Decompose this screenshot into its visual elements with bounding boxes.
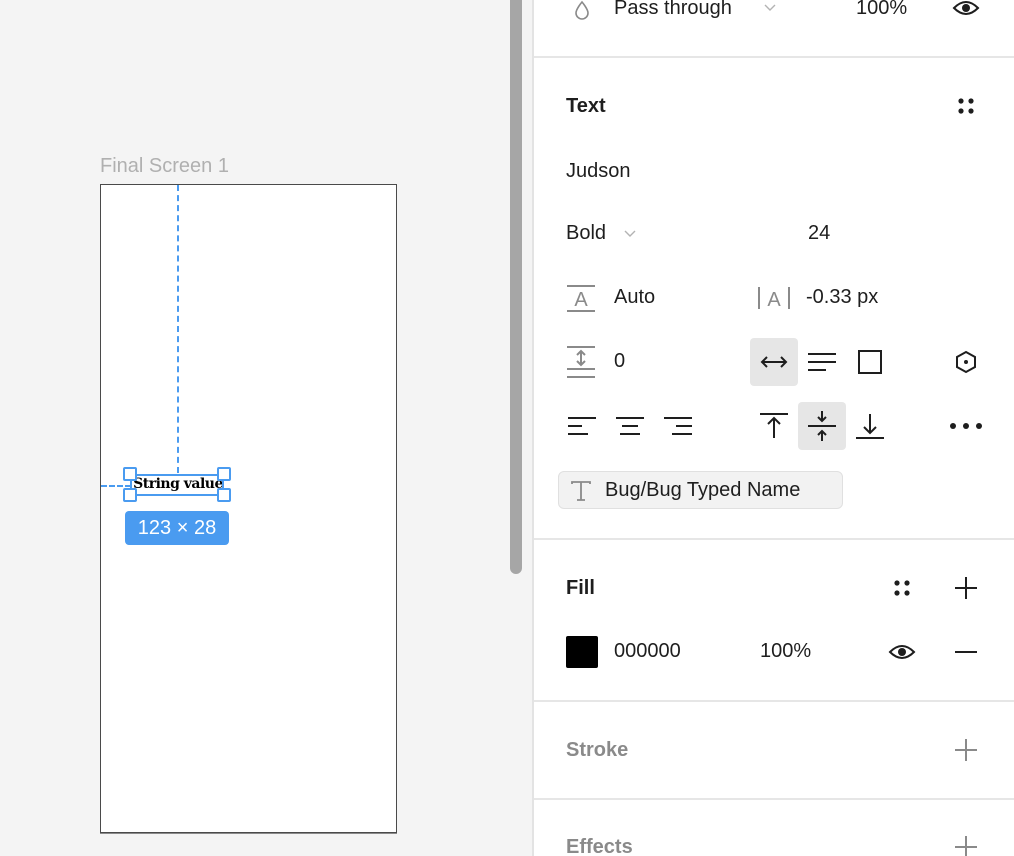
font-family-select[interactable]: Judson: [566, 160, 631, 183]
frame-final-screen-1[interactable]: [100, 184, 397, 833]
blend-drop-icon: [570, 0, 594, 22]
align-right-button[interactable]: [660, 410, 694, 442]
letter-spacing-input[interactable]: -0.33 px: [806, 286, 878, 309]
section-divider: [534, 56, 1014, 58]
chevron-down-icon[interactable]: [620, 224, 640, 244]
align-bottom-button[interactable]: [846, 402, 894, 450]
text-settings-hexagon-icon[interactable]: [950, 346, 982, 378]
add-fill-plus-icon[interactable]: [952, 574, 980, 602]
canvas[interactable]: Final Screen 1 String value 123 × 28: [0, 0, 534, 856]
align-left-button[interactable]: [564, 410, 598, 442]
chevron-down-icon[interactable]: [760, 0, 780, 18]
fill-styles-grid-icon[interactable]: [888, 574, 916, 602]
text-style-name: Bug/Bug Typed Name: [605, 479, 801, 501]
add-effect-plus-icon[interactable]: [952, 833, 980, 856]
resize-handle-bottom-right[interactable]: [217, 488, 231, 502]
resize-handle-top-left[interactable]: [123, 467, 137, 481]
text-styles-grid-icon[interactable]: [952, 92, 980, 120]
add-stroke-plus-icon[interactable]: [952, 736, 980, 764]
text-style-icon: [569, 479, 593, 503]
horizontal-distance-guide: [101, 485, 131, 487]
fill-section-title: Fill: [566, 577, 595, 599]
auto-width-button[interactable]: [750, 338, 798, 386]
align-middle-button[interactable]: [798, 402, 846, 450]
text-section-title: Text: [566, 95, 606, 117]
fill-color-swatch[interactable]: [566, 636, 598, 668]
section-divider: [534, 700, 1014, 702]
canvas-scrollbar[interactable]: [510, 0, 522, 574]
section-divider: [534, 538, 1014, 540]
more-options-icon[interactable]: [946, 414, 986, 438]
fill-hex-input[interactable]: 000000: [614, 640, 681, 663]
stroke-section-title: Stroke: [566, 739, 629, 761]
paragraph-spacing-input[interactable]: 0: [614, 350, 625, 373]
svg-text:A: A: [574, 289, 588, 311]
eye-icon[interactable]: [952, 0, 980, 20]
fixed-size-button[interactable]: [846, 338, 894, 386]
svg-text:A: A: [767, 289, 781, 311]
line-height-input[interactable]: Auto: [614, 286, 655, 309]
font-size-input[interactable]: 24: [808, 222, 830, 245]
text-style-chip[interactable]: Bug/Bug Typed Name: [558, 471, 843, 509]
font-weight-select[interactable]: Bold: [566, 222, 606, 245]
layer-opacity-input[interactable]: 100%: [856, 0, 907, 20]
frame-label[interactable]: Final Screen 1: [100, 155, 229, 178]
size-badge: 123 × 28: [125, 511, 229, 545]
line-height-icon: A: [566, 283, 596, 313]
letter-spacing-icon: A: [756, 284, 792, 312]
resize-handle-bottom-left[interactable]: [123, 488, 137, 502]
resize-handle-top-right[interactable]: [217, 467, 231, 481]
align-center-button[interactable]: [612, 410, 646, 442]
vertical-distance-guide: [177, 185, 179, 473]
blend-mode-select[interactable]: Pass through: [614, 0, 732, 20]
eye-icon[interactable]: [888, 640, 916, 664]
paragraph-spacing-icon: [566, 345, 596, 379]
align-top-button[interactable]: [750, 402, 798, 450]
effects-section-title: Effects: [566, 836, 633, 856]
selection-box[interactable]: [130, 474, 224, 496]
fill-opacity-input[interactable]: 100%: [760, 640, 811, 663]
remove-fill-minus-icon[interactable]: [952, 640, 980, 664]
section-divider: [534, 798, 1014, 800]
auto-height-button[interactable]: [798, 338, 846, 386]
properties-panel: Pass through 100% Text Judson Bold 24 A …: [534, 0, 1014, 856]
